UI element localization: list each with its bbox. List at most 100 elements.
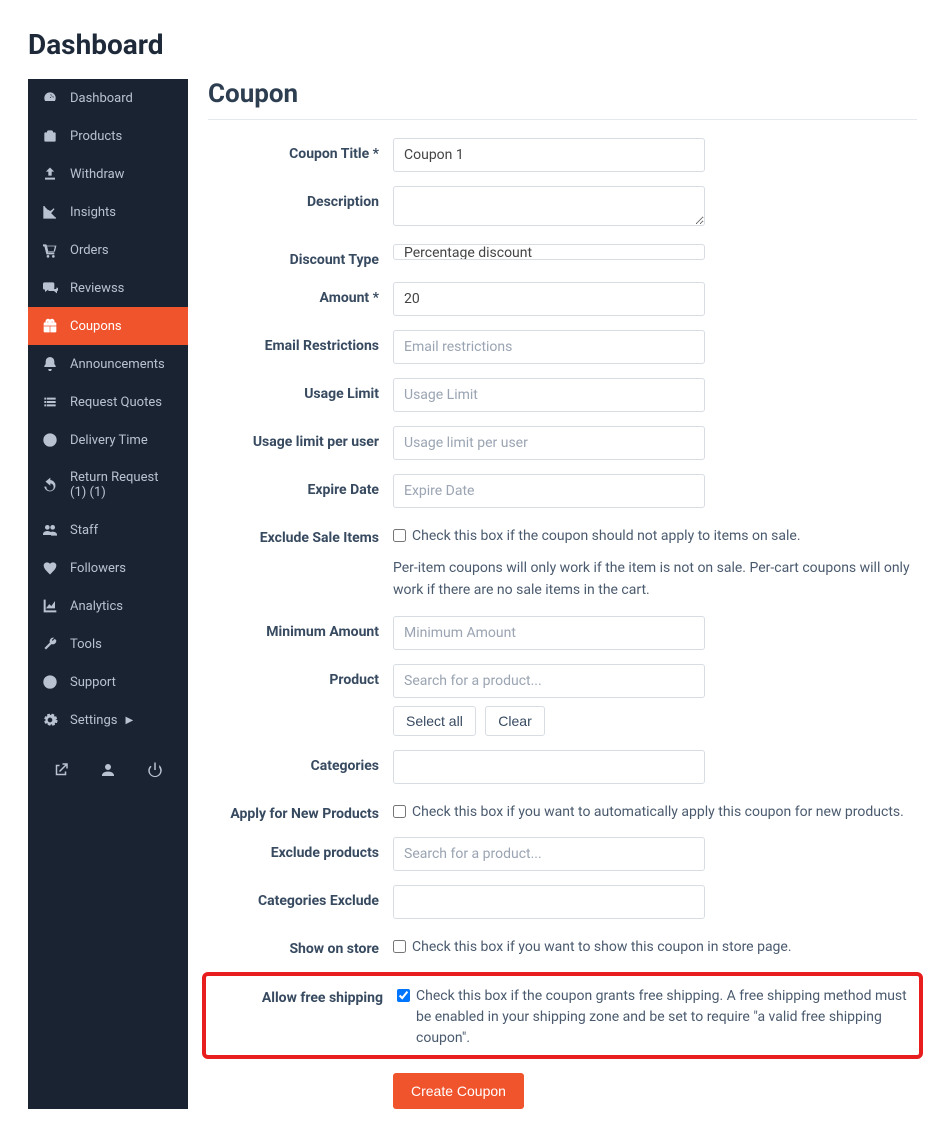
user-icon[interactable] [99,761,117,779]
wrench-icon [42,636,58,652]
sidebar-item-coupons[interactable]: Coupons [28,307,188,345]
sidebar-item-staff[interactable]: Staff [28,511,188,549]
sidebar-item-label: Support [70,675,116,690]
sidebar-item-label: Staff [70,523,98,538]
coupon-title-label: Coupon Title * [208,138,393,162]
sidebar-item-reviewss[interactable]: Reviewss [28,269,188,307]
create-coupon-button[interactable]: Create Coupon [393,1073,524,1109]
usage-limit-label: Usage Limit [208,378,393,402]
sidebar-item-label: Return Request (1) (1) [70,470,174,500]
sidebar-item-label: Followers [70,561,126,576]
page-title: Dashboard [28,28,917,61]
sidebar-item-label: Delivery Time [70,433,148,448]
sidebar-item-tools[interactable]: Tools [28,625,188,663]
exclude-products-input[interactable] [393,837,705,871]
exclude-sale-label: Exclude Sale Items [208,522,393,546]
select-all-button[interactable]: Select all [393,706,476,736]
sidebar-item-request-quotes[interactable]: Request Quotes [28,383,188,421]
sidebar-item-insights[interactable]: Insights [28,193,188,231]
lifering-icon [42,674,58,690]
section-title: Coupon [208,79,917,120]
bell-icon [42,356,58,372]
sidebar-item-label: Products [70,129,122,144]
categories-exclude-input[interactable] [393,885,705,919]
sidebar-item-label: Tools [70,637,102,652]
categories-exclude-label: Categories Exclude [208,885,393,909]
description-input[interactable] [393,186,705,226]
categories-label: Categories [208,750,393,774]
product-search-input[interactable] [393,664,705,698]
allow-free-shipping-checkbox[interactable] [397,989,410,1002]
sidebar-item-return-request-1-1-[interactable]: Return Request (1) (1) [28,459,188,511]
sidebar-item-followers[interactable]: Followers [28,549,188,587]
allow-free-shipping-check-text: Check this box if the coupon grants free… [416,986,913,1049]
expire-date-label: Expire Date [208,474,393,498]
sidebar-item-settings[interactable]: Settings ▶ [28,701,188,739]
list-icon [42,394,58,410]
sidebar-item-label: Announcements [70,357,165,372]
coupon-title-input[interactable] [393,138,705,172]
usage-limit-input[interactable] [393,378,705,412]
linechart-icon [42,204,58,220]
gift-icon [42,318,58,334]
sidebar-item-label: Withdraw [70,167,124,182]
main-content: Coupon Coupon Title * Description Discou… [208,79,917,1109]
areachart-icon [42,598,58,614]
exclude-products-label: Exclude products [208,837,393,861]
allow-free-shipping-label: Allow free shipping [212,982,397,1006]
usage-limit-per-user-input[interactable] [393,426,705,460]
clear-button[interactable]: Clear [485,706,544,736]
sidebar-item-orders[interactable]: Orders [28,231,188,269]
cart-icon [42,242,58,258]
sidebar-item-analytics[interactable]: Analytics [28,587,188,625]
exclude-sale-checkbox[interactable] [393,529,406,542]
categories-input[interactable] [393,750,705,784]
external-link-icon[interactable] [52,761,70,779]
email-restrictions-label: Email Restrictions [208,330,393,354]
sidebar-item-label: Settings [70,713,117,728]
heart-icon [42,560,58,576]
sidebar-item-dashboard[interactable]: Dashboard [28,79,188,117]
apply-new-check-text: Check this box if you want to automatica… [412,802,904,823]
sidebar-item-label: Insights [70,205,116,220]
email-restrictions-input[interactable] [393,330,705,364]
product-label: Product [208,664,393,688]
sidebar-item-label: Orders [70,243,109,258]
exclude-sale-help: Per-item coupons will only work if the i… [393,557,917,602]
users-icon [42,522,58,538]
amount-label: Amount * [208,282,393,306]
show-on-store-check-text: Check this box if you want to show this … [412,937,792,958]
discount-type-select[interactable]: Percentage discount [393,244,705,260]
description-label: Description [208,186,393,210]
clock-icon [42,432,58,448]
comments-icon [42,280,58,296]
allow-free-shipping-highlight: Allow free shipping Check this box if th… [202,972,923,1059]
power-icon[interactable] [146,761,164,779]
minimum-amount-label: Minimum Amount [208,616,393,640]
sidebar-item-label: Request Quotes [70,395,162,410]
chevron-right-icon: ▶ [125,715,133,726]
sidebar-item-withdraw[interactable]: Withdraw [28,155,188,193]
sidebar-item-delivery-time[interactable]: Delivery Time [28,421,188,459]
minimum-amount-input[interactable] [393,616,705,650]
sidebar-item-label: Coupons [70,319,122,334]
show-on-store-checkbox[interactable] [393,940,406,953]
gauge-icon [42,90,58,106]
sidebar-item-products[interactable]: Products [28,117,188,155]
undo-icon [42,477,58,493]
briefcase-icon [42,128,58,144]
apply-new-label: Apply for New Products [208,798,393,822]
expire-date-input[interactable] [393,474,705,508]
discount-type-label: Discount Type [208,244,393,268]
sidebar-item-label: Dashboard [70,91,133,106]
upload-icon [42,166,58,182]
amount-input[interactable] [393,282,705,316]
sidebar-item-label: Reviewss [70,281,124,296]
sidebar-item-announcements[interactable]: Announcements [28,345,188,383]
sidebar: Dashboard Products Withdraw Insights Orders R… [28,79,188,1109]
apply-new-checkbox[interactable] [393,805,406,818]
gear-icon [42,712,58,728]
show-on-store-label: Show on store [208,933,393,957]
sidebar-item-support[interactable]: Support [28,663,188,701]
exclude-sale-check-text: Check this box if the coupon should not … [412,526,801,547]
